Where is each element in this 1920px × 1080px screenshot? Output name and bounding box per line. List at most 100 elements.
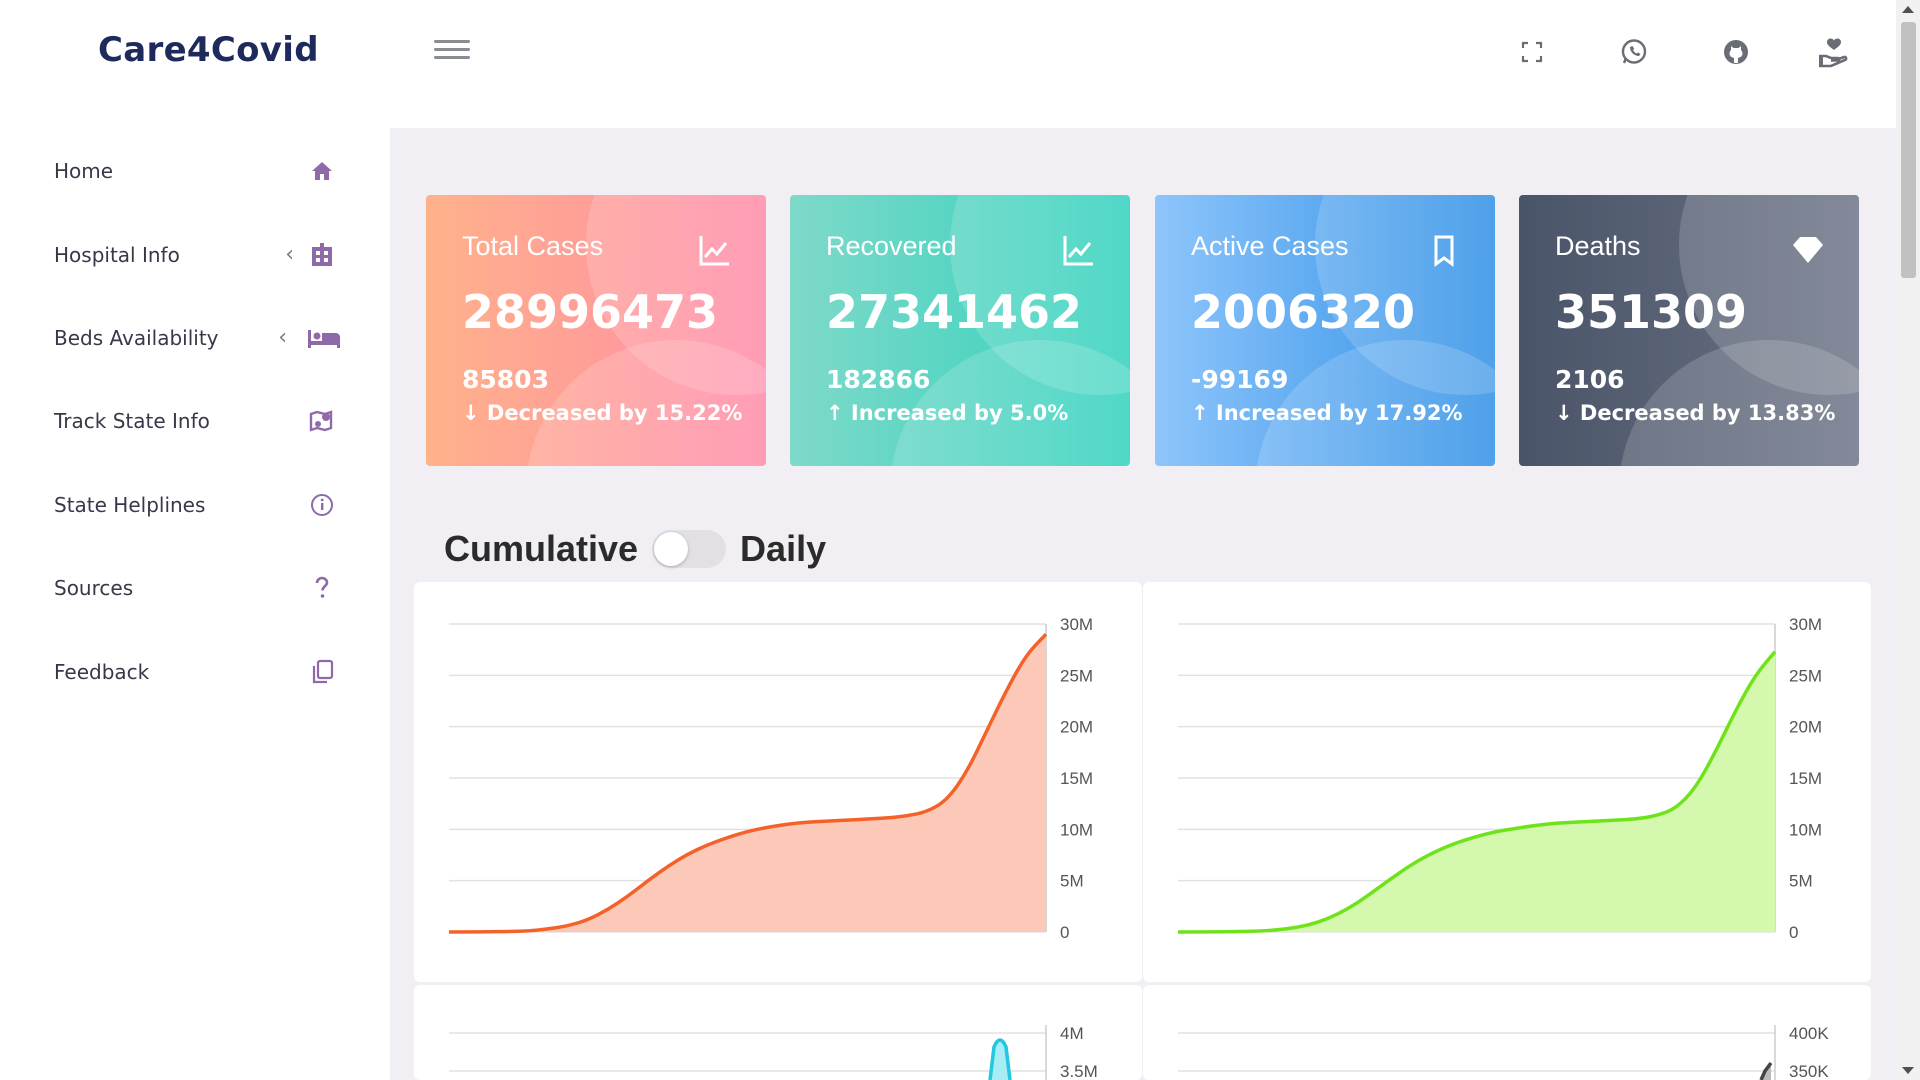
card-title: Active Cases bbox=[1191, 231, 1349, 261]
hamburger-line bbox=[434, 40, 470, 43]
home-icon bbox=[308, 157, 336, 185]
sidebar-item-sources[interactable]: Sources bbox=[54, 568, 344, 608]
card-change: ↑ Increased by 17.92% bbox=[1191, 401, 1463, 425]
card-delta: -99169 bbox=[1191, 365, 1289, 394]
sidebar-item-label: Feedback bbox=[54, 660, 150, 684]
scroll-down-arrow-icon[interactable] bbox=[1902, 1067, 1914, 1074]
y-tick-label: 30M bbox=[1789, 615, 1822, 634]
sidebar-item-label: State Helplines bbox=[54, 493, 206, 517]
switch-knob bbox=[654, 532, 689, 566]
card-delta: 182866 bbox=[826, 365, 931, 394]
hamburger-line bbox=[434, 56, 470, 59]
card-change-text: Decreased by 13.83% bbox=[1579, 401, 1836, 425]
hospital-icon bbox=[308, 241, 336, 269]
chart-panel-recovered: 0 5M 10M 15M 20M 25M 30M bbox=[1143, 582, 1871, 982]
chevron-left-icon: ‹ bbox=[285, 242, 294, 267]
card-change: ↑ Increased by 5.0% bbox=[826, 401, 1068, 425]
sidebar-item-label: Beds Availability bbox=[54, 326, 219, 350]
scrollbar-thumb[interactable] bbox=[1901, 22, 1916, 278]
chart-panel-total-cases: 0 5M 10M 15M 20M 25M 30M bbox=[414, 582, 1142, 982]
area-fill bbox=[449, 634, 1046, 932]
recovered-area-chart: 0 5M 10M 15M 20M 25M 30M bbox=[1177, 615, 1822, 942]
y-tick-label: 15M bbox=[1060, 769, 1093, 788]
y-tick-label: 350K bbox=[1789, 1062, 1829, 1080]
line-chart-icon bbox=[698, 233, 732, 267]
y-tick-label: 25M bbox=[1789, 666, 1822, 685]
y-tick-label: 20M bbox=[1060, 718, 1093, 737]
scroll-up-arrow-icon[interactable] bbox=[1902, 6, 1914, 13]
donate-icon[interactable] bbox=[1816, 34, 1852, 70]
fullscreen-icon[interactable] bbox=[1514, 34, 1550, 70]
menu-toggle-button[interactable] bbox=[434, 40, 470, 66]
question-icon bbox=[308, 574, 336, 602]
sidebar-item-hospital-info[interactable]: Hospital Info ‹ bbox=[54, 235, 344, 275]
y-tick-label: 30M bbox=[1060, 615, 1093, 634]
card-change: ↓ Decreased by 15.22% bbox=[462, 401, 742, 425]
active-cases-area-chart: 3.5M 4M bbox=[449, 1024, 1098, 1080]
card-value: 351309 bbox=[1555, 285, 1748, 339]
card-delta: 85803 bbox=[462, 365, 549, 394]
y-tick-label: 15M bbox=[1789, 769, 1822, 788]
deaths-area-chart: 350K 400K bbox=[1178, 1024, 1829, 1080]
cumulative-daily-switch[interactable] bbox=[652, 530, 727, 568]
bed-icon bbox=[306, 324, 342, 352]
card-title: Total Cases bbox=[462, 231, 604, 261]
card-title: Deaths bbox=[1555, 231, 1641, 261]
arrow-down-icon: ↓ bbox=[1555, 401, 1573, 425]
y-tick-label: 10M bbox=[1060, 820, 1093, 839]
card-value: 27341462 bbox=[826, 285, 1083, 339]
sidebar-item-label: Hospital Info bbox=[54, 243, 180, 267]
sidebar-item-home[interactable]: Home bbox=[54, 151, 344, 191]
diamond-icon bbox=[1791, 233, 1825, 267]
total-cases-area-chart: 0 5M 10M 15M 20M 25M 30M bbox=[448, 615, 1093, 942]
line-chart-icon bbox=[1062, 233, 1096, 267]
area-fill bbox=[1178, 651, 1775, 932]
arrow-up-icon: ↑ bbox=[826, 401, 844, 425]
total-cases-card[interactable]: Total Cases 28996473 85803 ↓ Decreased b… bbox=[426, 195, 766, 466]
y-tick-label: 0 bbox=[1789, 923, 1798, 942]
sidebar-item-track-state-info[interactable]: Track State Info bbox=[54, 401, 344, 441]
hamburger-line bbox=[434, 48, 470, 51]
y-tick-label: 0 bbox=[1060, 923, 1069, 942]
cumulative-label: Cumulative bbox=[444, 528, 639, 569]
card-change-text: Decreased by 15.22% bbox=[486, 401, 743, 425]
arrow-down-icon: ↓ bbox=[462, 401, 480, 425]
whatsapp-icon[interactable] bbox=[1616, 34, 1652, 70]
chart-panel-active-cases: 3.5M 4M bbox=[414, 985, 1142, 1080]
sidebar-item-label: Home bbox=[54, 159, 114, 183]
daily-label: Daily bbox=[740, 528, 827, 569]
y-tick-label: 20M bbox=[1789, 718, 1822, 737]
y-tick-label: 5M bbox=[1060, 872, 1084, 891]
sidebar-item-label: Track State Info bbox=[54, 409, 210, 433]
y-tick-label: 400K bbox=[1789, 1024, 1829, 1043]
map-pin-icon bbox=[308, 407, 336, 435]
sidebar-item-feedback[interactable]: Feedback bbox=[54, 652, 344, 692]
card-title: Recovered bbox=[826, 231, 957, 261]
y-tick-label: 25M bbox=[1060, 666, 1093, 685]
brand-logo-text[interactable]: Care4Covid bbox=[98, 30, 319, 70]
chart-panel-deaths: 350K 400K bbox=[1143, 985, 1871, 1080]
recovered-card[interactable]: Recovered 27341462 182866 ↑ Increased by… bbox=[790, 195, 1130, 466]
sidebar-item-state-helplines[interactable]: State Helplines bbox=[54, 485, 344, 525]
y-tick-label: 4M bbox=[1060, 1024, 1084, 1043]
card-value: 28996473 bbox=[462, 285, 719, 339]
card-value: 2006320 bbox=[1191, 285, 1416, 339]
y-tick-label: 3.5M bbox=[1060, 1062, 1098, 1080]
deaths-card[interactable]: Deaths 351309 2106 ↓ Decreased by 13.83% bbox=[1519, 195, 1859, 466]
page-scrollbar[interactable] bbox=[1896, 0, 1920, 1080]
copy-icon bbox=[308, 658, 336, 686]
y-tick-label: 10M bbox=[1789, 820, 1822, 839]
arrow-up-icon: ↑ bbox=[1191, 401, 1209, 425]
card-change: ↓ Decreased by 13.83% bbox=[1555, 401, 1835, 425]
sidebar-item-label: Sources bbox=[54, 576, 134, 600]
sidebar-item-beds-availability[interactable]: Beds Availability ‹ bbox=[54, 318, 344, 358]
card-delta: 2106 bbox=[1555, 365, 1625, 394]
active-cases-card[interactable]: Active Cases 2006320 -99169 ↑ Increased … bbox=[1155, 195, 1495, 466]
github-icon[interactable] bbox=[1718, 34, 1754, 70]
y-tick-label: 5M bbox=[1789, 872, 1813, 891]
card-change-text: Increased by 17.92% bbox=[1215, 401, 1463, 425]
cumulative-daily-toggle-row: Cumulative Daily bbox=[444, 528, 826, 570]
chevron-left-icon: ‹ bbox=[278, 325, 287, 350]
info-icon bbox=[308, 491, 336, 519]
bookmark-icon bbox=[1427, 233, 1461, 267]
